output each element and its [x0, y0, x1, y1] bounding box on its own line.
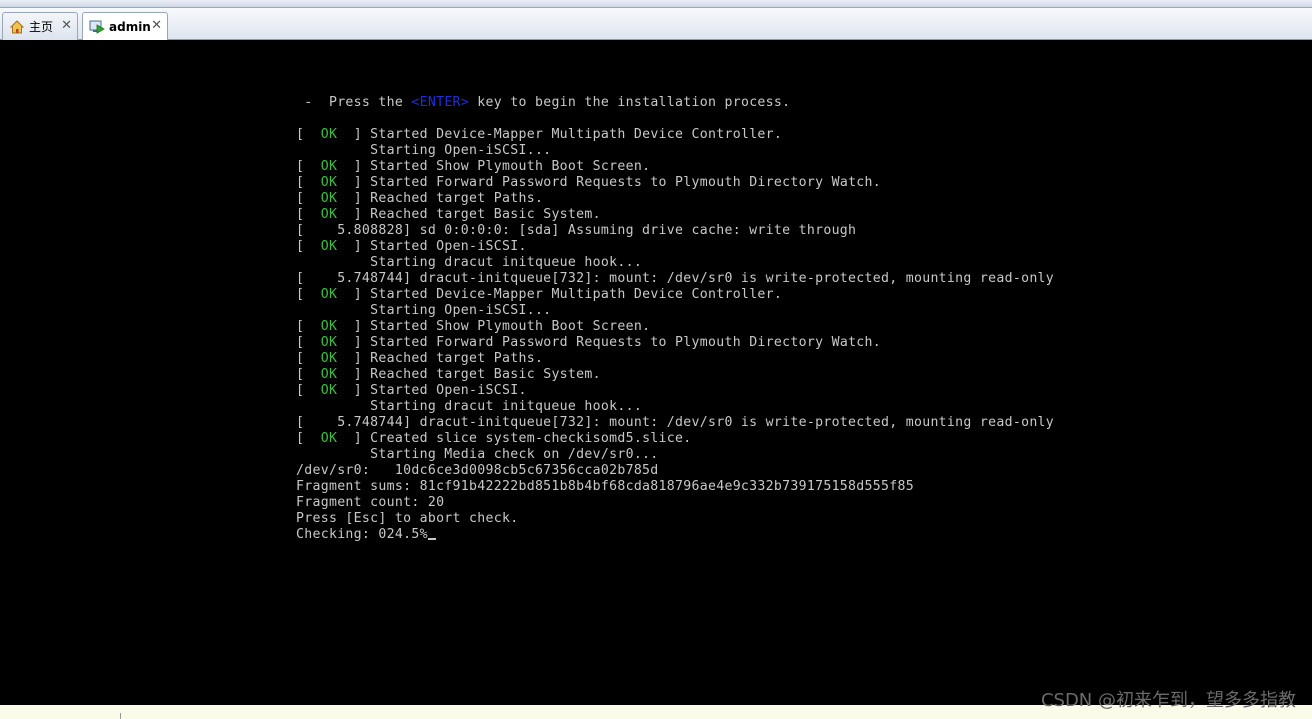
- console-line: Checking: 024.5%: [296, 527, 436, 542]
- ok-status: OK: [320, 239, 338, 254]
- console-line: Starting dracut initqueue hook...: [296, 255, 643, 270]
- enter-key-label: <ENTER>: [411, 95, 470, 110]
- ok-status: OK: [320, 287, 338, 302]
- tab-bar: 主页 ✕ admin ✕: [0, 8, 1312, 41]
- tab-admin[interactable]: admin ✕: [82, 12, 168, 41]
- csdn-watermark: CSDN @初来乍到，望多多指教: [1040, 690, 1296, 711]
- console-line: [ OK ] Reached target Basic System.: [296, 207, 601, 222]
- console-line: [ 5.748744] dracut-initqueue[732]: mount…: [296, 415, 1055, 430]
- console-line: [ OK ] Started Forward Password Requests…: [296, 335, 882, 350]
- ok-status: OK: [320, 383, 338, 398]
- ok-status: OK: [320, 207, 338, 222]
- tab-admin-label: admin: [109, 20, 151, 34]
- enter-prompt-line: - Press the <ENTER> key to begin the ins…: [296, 95, 791, 110]
- console-line: [ OK ] Started Device-Mapper Multipath D…: [296, 287, 783, 302]
- console-line: [ OK ] Started Open-iSCSI.: [296, 239, 527, 254]
- console-output: - Press the <ENTER> key to begin the ins…: [296, 95, 1054, 543]
- status-divider: [120, 713, 121, 719]
- console-line: [ OK ] Started Open-iSCSI.: [296, 383, 527, 398]
- console-line: Fragment count: 20: [296, 495, 445, 510]
- ok-status: OK: [320, 319, 338, 334]
- vm-running-icon: [89, 19, 105, 35]
- console-line: [ OK ] Reached target Paths.: [296, 191, 544, 206]
- tab-home-close-icon[interactable]: ✕: [61, 18, 72, 34]
- console-line: Fragment sums: 81cf91b42222bd851b8b4bf68…: [296, 479, 914, 494]
- ok-status: OK: [320, 367, 338, 382]
- home-icon: [9, 19, 25, 35]
- console-line: [ OK ] Started Device-Mapper Multipath D…: [296, 127, 783, 142]
- ok-status: OK: [320, 127, 338, 142]
- tab-home[interactable]: 主页 ✕: [2, 12, 78, 40]
- ok-status: OK: [320, 191, 338, 206]
- window-top-strip: [0, 0, 1312, 8]
- console-line: [ 5.808828] sd 0:0:0:0: [sda] Assuming d…: [296, 223, 857, 238]
- console-line: [ OK ] Reached target Basic System.: [296, 367, 601, 382]
- console-line: [ 5.748744] dracut-initqueue[732]: mount…: [296, 271, 1055, 286]
- console-line: Starting Open-iSCSI...: [296, 303, 552, 318]
- ok-status: OK: [320, 175, 338, 190]
- console-line: [ OK ] Reached target Paths.: [296, 351, 544, 366]
- ok-status: OK: [320, 351, 338, 366]
- console-line: Starting Media check on /dev/sr0...: [296, 447, 659, 462]
- console-line: /dev/sr0: 10dc6ce3d0098cb5c67356cca02b78…: [296, 463, 659, 478]
- ok-status: OK: [320, 159, 338, 174]
- tab-admin-close-icon[interactable]: ✕: [151, 18, 162, 34]
- console-line: [ OK ] Created slice system-checkisomd5.…: [296, 431, 692, 446]
- console-line: Press [Esc] to abort check.: [296, 511, 519, 526]
- ok-status: OK: [320, 431, 338, 446]
- console-line: Starting Open-iSCSI...: [296, 143, 552, 158]
- console-line: Starting dracut initqueue hook...: [296, 399, 643, 414]
- text-cursor: [427, 538, 436, 540]
- console-line: [ OK ] Started Show Plymouth Boot Screen…: [296, 159, 651, 174]
- console-line: [ OK ] Started Forward Password Requests…: [296, 175, 882, 190]
- ok-status: OK: [320, 335, 338, 350]
- console-line: [ OK ] Started Show Plymouth Boot Screen…: [296, 319, 651, 334]
- tab-home-label: 主页: [29, 20, 54, 34]
